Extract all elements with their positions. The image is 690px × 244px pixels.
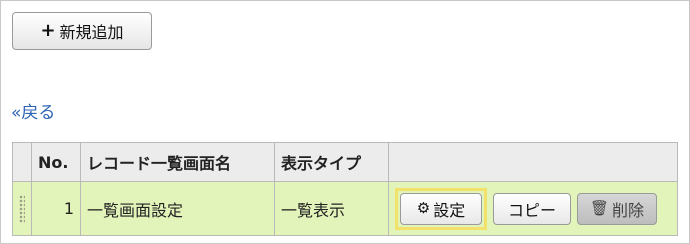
header-name: レコード一覧画面名 [80, 142, 275, 182]
header-type: 表示タイプ [274, 142, 389, 182]
row-handle-cell [12, 181, 32, 236]
settings-highlight: ⚙ 設定 [395, 187, 487, 230]
add-new-label: 新規追加 [59, 23, 124, 42]
header-handle-cell [12, 142, 32, 182]
drag-handle-icon[interactable] [19, 194, 25, 223]
header-no: No. [31, 142, 81, 182]
row-actions: ⚙ 設定 コピー 🗑 削除 [388, 181, 678, 236]
table-row: 1 一覧画面設定 一覧表示 ⚙ 設定 コピー 🗑 削除 [12, 181, 678, 236]
settings-button[interactable]: ⚙ 設定 [400, 192, 482, 225]
delete-button[interactable]: 🗑 削除 [577, 192, 657, 225]
table-header-row: No. レコード一覧画面名 表示タイプ [12, 142, 678, 182]
plus-icon: + [40, 20, 56, 41]
back-link[interactable]: «戻る [11, 98, 55, 123]
row-type: 一覧表示 [274, 181, 389, 236]
settings-label: 設定 [433, 200, 466, 220]
header-actions [388, 142, 678, 182]
add-new-button[interactable]: + 新規追加 [12, 12, 152, 50]
copy-button[interactable]: コピー [493, 192, 571, 225]
gear-icon: ⚙ [416, 199, 431, 217]
delete-label: 削除 [612, 200, 645, 220]
row-no: 1 [31, 181, 81, 236]
row-name: 一覧画面設定 [80, 181, 275, 236]
copy-label: コピー [507, 200, 556, 220]
trash-icon: 🗑 [589, 199, 610, 217]
record-list-table: No. レコード一覧画面名 表示タイプ 1 一覧画面設定 一覧表示 ⚙ 設定 コ… [12, 142, 678, 236]
